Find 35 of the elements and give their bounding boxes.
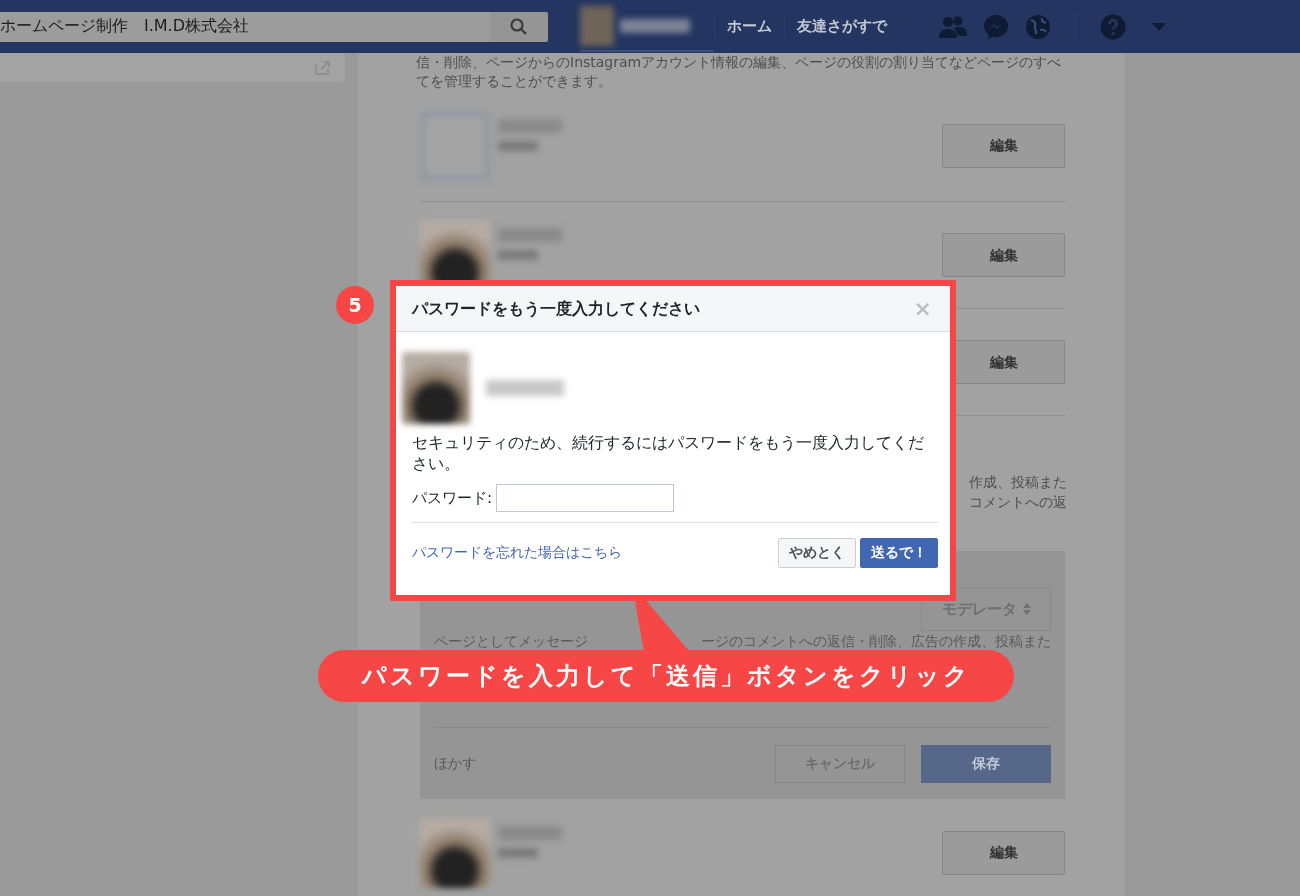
share-icon[interactable]: [315, 60, 331, 75]
edit-button[interactable]: 編集: [942, 123, 1065, 168]
help-icon[interactable]: [1100, 13, 1126, 40]
blurred-role: [498, 140, 538, 151]
nav-link-text[interactable]: ホーム: [714, 15, 784, 38]
remove-link[interactable]: ほかす: [434, 753, 476, 774]
blurred-role: [498, 250, 538, 260]
sort-arrows-icon: [1022, 603, 1031, 615]
search-icon: [510, 17, 528, 36]
globe-icon[interactable]: [1025, 13, 1051, 40]
cancel-button[interactable]: やめとく: [778, 537, 856, 568]
dialog-title: パスワードをもう一度入力してください: [412, 297, 700, 320]
nav-link-text[interactable]: 友達さがすで: [784, 15, 899, 38]
submit-button[interactable]: 送るで！: [860, 537, 938, 568]
security-message: セキュリティのため、続行するにはパスワードをもう一度入力してください。: [412, 432, 925, 474]
blurred-role: [498, 847, 538, 858]
save-button[interactable]: 保存: [921, 744, 1051, 783]
search-field[interactable]: ホームページ制作 I.M.D株式会社: [0, 11, 490, 42]
partial-text: 作成、投稿また: [969, 473, 1067, 492]
step-number: 5: [336, 286, 374, 324]
friends-icon[interactable]: [939, 15, 967, 38]
photo-placeholder: [420, 817, 490, 888]
edit-button[interactable]: 編集: [942, 830, 1065, 875]
caret-icon[interactable]: [1152, 22, 1166, 31]
password-label: パスワード:: [412, 487, 493, 509]
blurred-name: [620, 18, 690, 33]
photo-placeholder: [402, 352, 470, 424]
search-button[interactable]: [490, 11, 548, 42]
profile-photo[interactable]: [580, 5, 614, 46]
intro-text: 信・削除、ページからのInstagramアカウント情報の編集、ページの役割の割り当てなどページのすべてを管理することができます。: [416, 53, 1063, 90]
partial-text: コメントへの返: [969, 493, 1067, 512]
password-field[interactable]: [496, 484, 675, 512]
forgot-password-link[interactable]: パスワードを忘れた場合はこちら: [412, 542, 622, 563]
edit-button[interactable]: 編集: [942, 233, 1065, 277]
messenger-icon[interactable]: [983, 13, 1009, 40]
